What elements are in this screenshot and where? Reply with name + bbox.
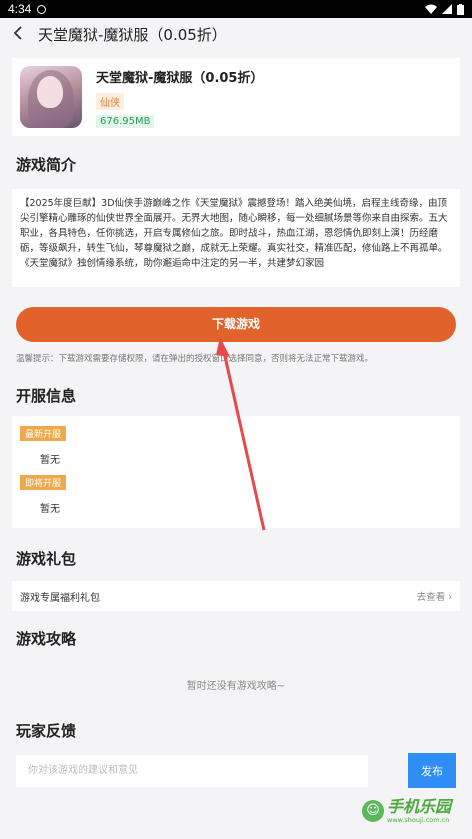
server-card: 最新开服 暂无 即将开服 暂无 — [12, 416, 460, 528]
notification-icon — [37, 4, 47, 14]
guide-title: 游戏攻略 — [16, 630, 77, 648]
back-button[interactable] — [12, 24, 34, 45]
nav-bar: 天堂魔狱-魔狱服（0.05折） — [0, 18, 472, 50]
watermark-url: www.shouji.com.cn — [387, 816, 450, 824]
upcoming-badge: 即将开服 — [20, 475, 67, 490]
intro-title: 游戏简介 — [16, 156, 77, 174]
status-icons — [425, 3, 464, 15]
signal-icon — [442, 4, 452, 14]
game-icon — [20, 66, 82, 128]
size-tag: 676.95MB — [96, 114, 155, 128]
status-bar: 4:34 — [0, 0, 472, 18]
latest-badge: 最新开服 — [20, 426, 67, 441]
category-tag: 仙侠 — [96, 92, 124, 110]
status-time: 4:34 — [8, 2, 32, 16]
guide-empty: 暂时还没有游戏攻略~ — [186, 681, 286, 692]
upcoming-value: 暂无 — [40, 504, 60, 515]
server-title: 开服信息 — [16, 387, 77, 405]
latest-value: 暂无 — [40, 455, 60, 466]
download-tip: 温馨提示：下载游戏需要存储权限，请在弹出的授权窗口选择同意，否则将无法正常下载游… — [16, 354, 374, 364]
watermark-logo: ☺ 手机乐园 www.shouji.com.cn — [362, 798, 451, 824]
feedback-input[interactable] — [16, 754, 368, 787]
feedback-title: 玩家反馈 — [16, 722, 77, 740]
gift-row[interactable]: 游戏专属福利礼包 去查看 › — [12, 581, 460, 611]
wifi-icon — [425, 4, 437, 14]
battery-icon — [457, 3, 464, 15]
view-gift-link[interactable]: 去查看 › — [417, 589, 452, 603]
intro-text: 【2025年度巨献】3D仙侠手游巅峰之作《天堂魔狱》震撼登场！踏入绝美仙境，启程… — [12, 189, 460, 287]
logo-icon: ☺ — [362, 800, 384, 822]
app-name: 天堂魔狱-魔狱服（0.05折） — [96, 70, 264, 86]
gift-title: 游戏礼包 — [16, 550, 77, 568]
chevron-left-icon — [13, 25, 22, 40]
app-card: 天堂魔狱-魔狱服（0.05折） 仙侠 676.95MB — [12, 58, 460, 136]
submit-feedback-button[interactable]: 发布 — [408, 753, 456, 788]
page-title: 天堂魔狱-魔狱服（0.05折） — [38, 25, 227, 44]
watermark-name: 手机乐园 — [387, 797, 452, 816]
download-button[interactable]: 下载游戏 — [16, 307, 456, 342]
gift-label: 游戏专属福利礼包 — [20, 592, 100, 604]
